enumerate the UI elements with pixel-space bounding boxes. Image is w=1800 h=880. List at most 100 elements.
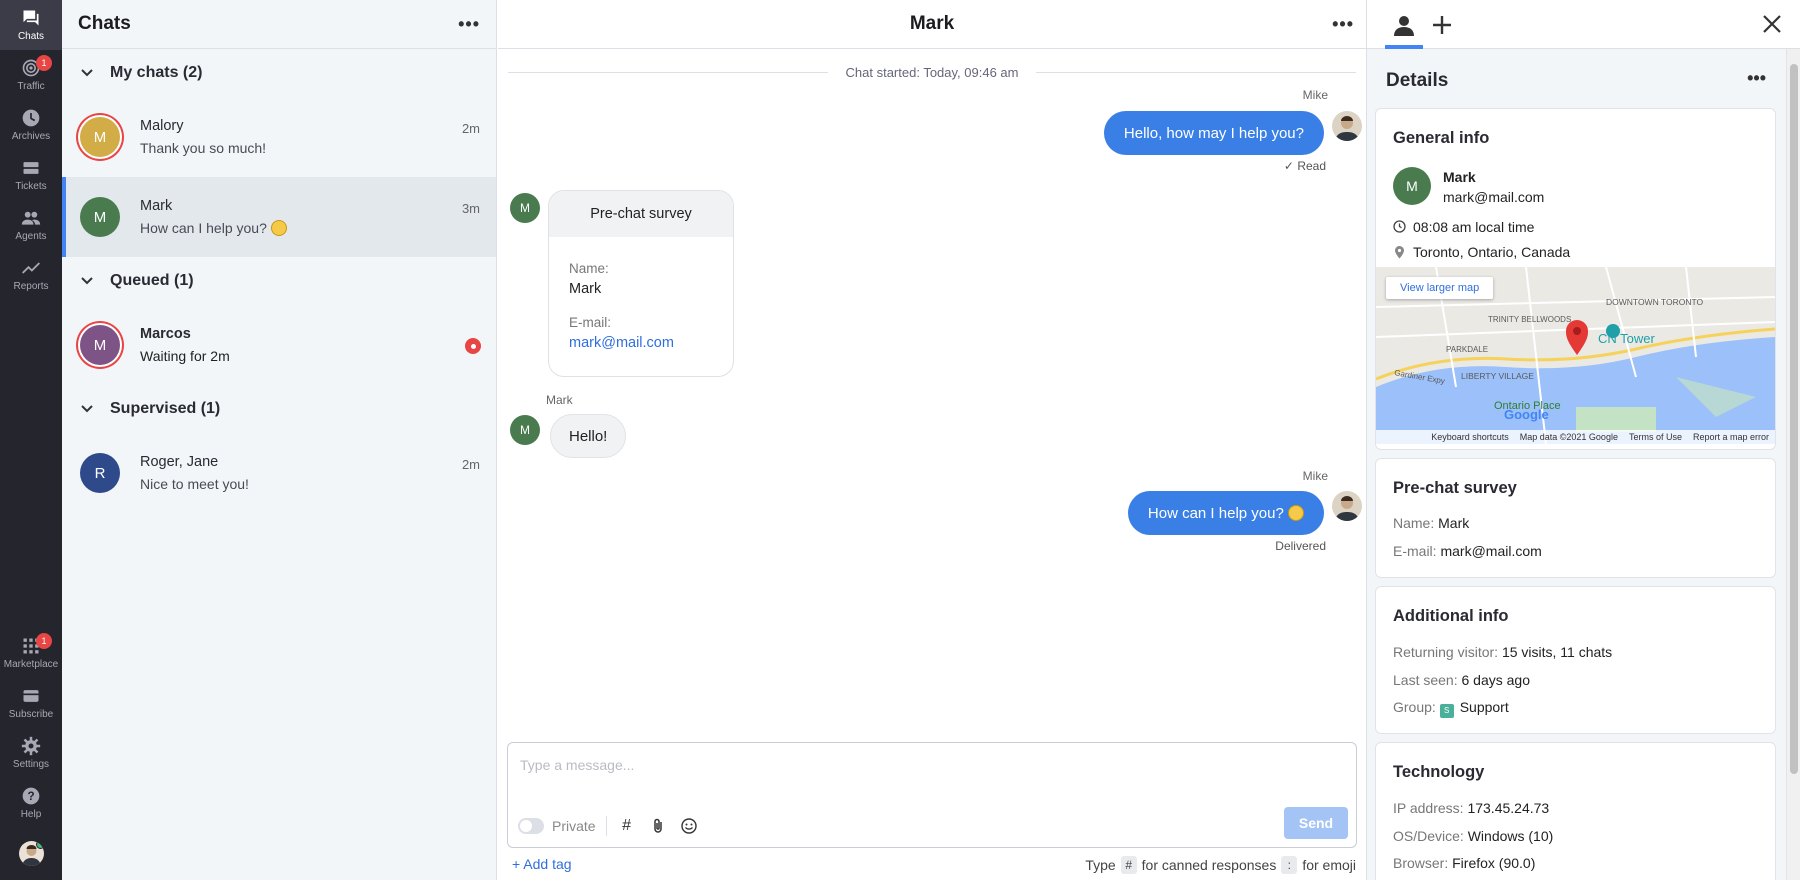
- toolbar-divider: [605, 816, 607, 836]
- message-input[interactable]: Type a message...: [520, 757, 634, 773]
- row-label: Group:: [1393, 699, 1436, 715]
- card-icon: [23, 690, 39, 702]
- row-label: E-mail:: [1393, 543, 1437, 559]
- online-status-dot: [36, 841, 44, 849]
- customer-avatar: M: [1393, 167, 1431, 205]
- nav-rail: Chats Traffic 1 Archives Tickets Agents …: [0, 0, 62, 880]
- nav-item-subscribe[interactable]: Subscribe: [0, 678, 62, 728]
- scrollbar-thumb[interactable]: [1790, 64, 1798, 774]
- map-footer: Keyboard shortcuts Map data ©2021 Google…: [1376, 430, 1775, 444]
- map-footer-link[interactable]: Report a map error: [1693, 432, 1769, 442]
- private-toggle[interactable]: [518, 818, 544, 834]
- survey-email-row: E-mail: mark@mail.com: [1393, 543, 1542, 559]
- message-text: How can I help you?: [1147, 504, 1284, 522]
- hint-key: #: [1120, 856, 1137, 874]
- avatar: M: [80, 325, 120, 365]
- clock-icon: [1393, 220, 1406, 233]
- pre-chat-survey-details-card: Pre-chat survey Name: Mark E-mail: mark@…: [1375, 458, 1776, 578]
- nav-label: Tickets: [15, 181, 47, 192]
- details-title: Details: [1386, 70, 1449, 91]
- row-value: 6 days ago: [1461, 672, 1531, 688]
- svg-text:?: ?: [27, 790, 34, 803]
- nav-item-settings[interactable]: Settings: [0, 728, 62, 778]
- row-value: Firefox (90.0): [1452, 855, 1536, 871]
- chat-list-panel: Chats ••• My chats (2) M Malory Thank yo…: [62, 0, 497, 880]
- row-label: IP address:: [1393, 800, 1464, 816]
- chat-preview: How can I help you?: [140, 220, 496, 236]
- section-label: Queued (1): [110, 272, 194, 289]
- message-author: Mike: [1302, 88, 1328, 102]
- send-button[interactable]: Send: [1284, 807, 1348, 839]
- chat-row-roger-jane[interactable]: R Roger, Jane Nice to meet you! 2m: [62, 433, 496, 513]
- nav-item-traffic[interactable]: Traffic 1: [0, 50, 62, 100]
- more-options-icon[interactable]: •••: [1332, 14, 1354, 35]
- nav-item-chats[interactable]: Chats: [0, 0, 62, 50]
- section-supervised[interactable]: Supervised (1): [62, 385, 496, 433]
- row-value: Windows (10): [1467, 828, 1554, 844]
- chat-row-marcos[interactable]: M Marcos Waiting for 2m: [62, 305, 496, 385]
- tab-customer[interactable]: [1385, 10, 1423, 49]
- nav-item-help[interactable]: ? Help: [0, 778, 62, 828]
- nav-item-archives[interactable]: Archives: [0, 100, 62, 150]
- nav-item-tickets[interactable]: Tickets: [0, 150, 62, 200]
- card-title: Technology: [1393, 763, 1485, 781]
- message-bubble-incoming[interactable]: Hello!: [550, 414, 627, 458]
- conversation-panel: Mark ••• Chat started: Today, 09:46 am M…: [498, 0, 1366, 880]
- chat-row-malory[interactable]: M Malory Thank you so much! 2m: [62, 97, 496, 177]
- chat-preview-text: How can I help you?: [140, 220, 267, 236]
- hint-key: :: [1281, 856, 1298, 874]
- card-title: Pre-chat survey: [1393, 479, 1517, 497]
- nav-label: Marketplace: [3, 659, 59, 670]
- more-options-icon[interactable]: •••: [458, 14, 480, 35]
- tab-add[interactable]: [1425, 10, 1459, 40]
- customer-email[interactable]: mark@mail.com: [1443, 189, 1544, 205]
- chat-preview: Nice to meet you!: [140, 476, 249, 492]
- hashtag-icon[interactable]: #: [617, 816, 637, 836]
- message-composer[interactable]: Type a message... Private # Send: [507, 742, 1357, 848]
- message-bubble-outgoing[interactable]: Hello, how may I help you?: [1103, 111, 1324, 155]
- chat-started-text: Chat started: Today, 09:46 am: [845, 64, 1019, 80]
- section-my-chats[interactable]: My chats (2): [62, 49, 496, 97]
- nav-label: Chats: [17, 31, 45, 42]
- agent-avatar: [1332, 111, 1362, 141]
- map-footer-link[interactable]: Keyboard shortcuts: [1431, 432, 1509, 442]
- chat-bubble-icon: [23, 10, 39, 26]
- survey-email-link[interactable]: mark@mail.com: [569, 335, 713, 351]
- gear-icon: [21, 736, 41, 756]
- attachment-icon[interactable]: [648, 816, 668, 836]
- map-footer-link[interactable]: Terms of Use: [1629, 432, 1682, 442]
- message-bubble-outgoing[interactable]: How can I help you?: [1127, 491, 1324, 535]
- map-label: LIBERTY VILLAGE: [1461, 371, 1534, 381]
- composer-toolbar: Private #: [518, 813, 710, 839]
- section-queued[interactable]: Queued (1): [62, 257, 496, 305]
- user-avatar[interactable]: [19, 841, 44, 866]
- add-tag-link[interactable]: + Add tag: [512, 856, 572, 872]
- unread-indicator: [465, 338, 481, 354]
- row-value: Mark: [1438, 515, 1470, 531]
- emoji-icon[interactable]: [679, 816, 699, 836]
- row-label: Browser:: [1393, 855, 1449, 871]
- location-map[interactable]: DOWNTOWN TORONTO TRINITY BELLWOODS CN To…: [1376, 267, 1775, 444]
- nav-item-reports[interactable]: Reports: [0, 250, 62, 300]
- chat-row-mark[interactable]: M Mark How can I help you? 3m: [62, 177, 496, 257]
- message-status: Delivered: [1275, 539, 1326, 553]
- avatar: M: [80, 117, 120, 157]
- nav-item-agents[interactable]: Agents: [0, 200, 62, 250]
- more-options-icon[interactable]: •••: [1747, 68, 1766, 89]
- nav-label: Help: [20, 809, 42, 820]
- view-larger-map-link[interactable]: View larger map: [1386, 277, 1494, 299]
- hint-text: for emoji: [1302, 857, 1356, 873]
- close-icon[interactable]: [1760, 12, 1784, 36]
- details-scrollbar[interactable]: [1786, 49, 1800, 880]
- row-value: Support: [1459, 699, 1509, 715]
- nav-item-marketplace[interactable]: Marketplace 1: [0, 628, 62, 678]
- local-time-text: 08:08 am local time: [1413, 219, 1535, 235]
- ip-address-row: IP address: 173.45.24.73: [1393, 800, 1549, 816]
- message-author: Mike: [1302, 469, 1328, 483]
- chat-name: Roger, Jane: [140, 454, 219, 470]
- visitor-avatar: M: [510, 193, 540, 223]
- row-label: Name:: [1393, 515, 1435, 531]
- agent-avatar: [1332, 491, 1362, 521]
- nav-label: Reports: [13, 281, 49, 292]
- general-info-card: General info M Mark mark@mail.com 08:08 …: [1375, 108, 1776, 450]
